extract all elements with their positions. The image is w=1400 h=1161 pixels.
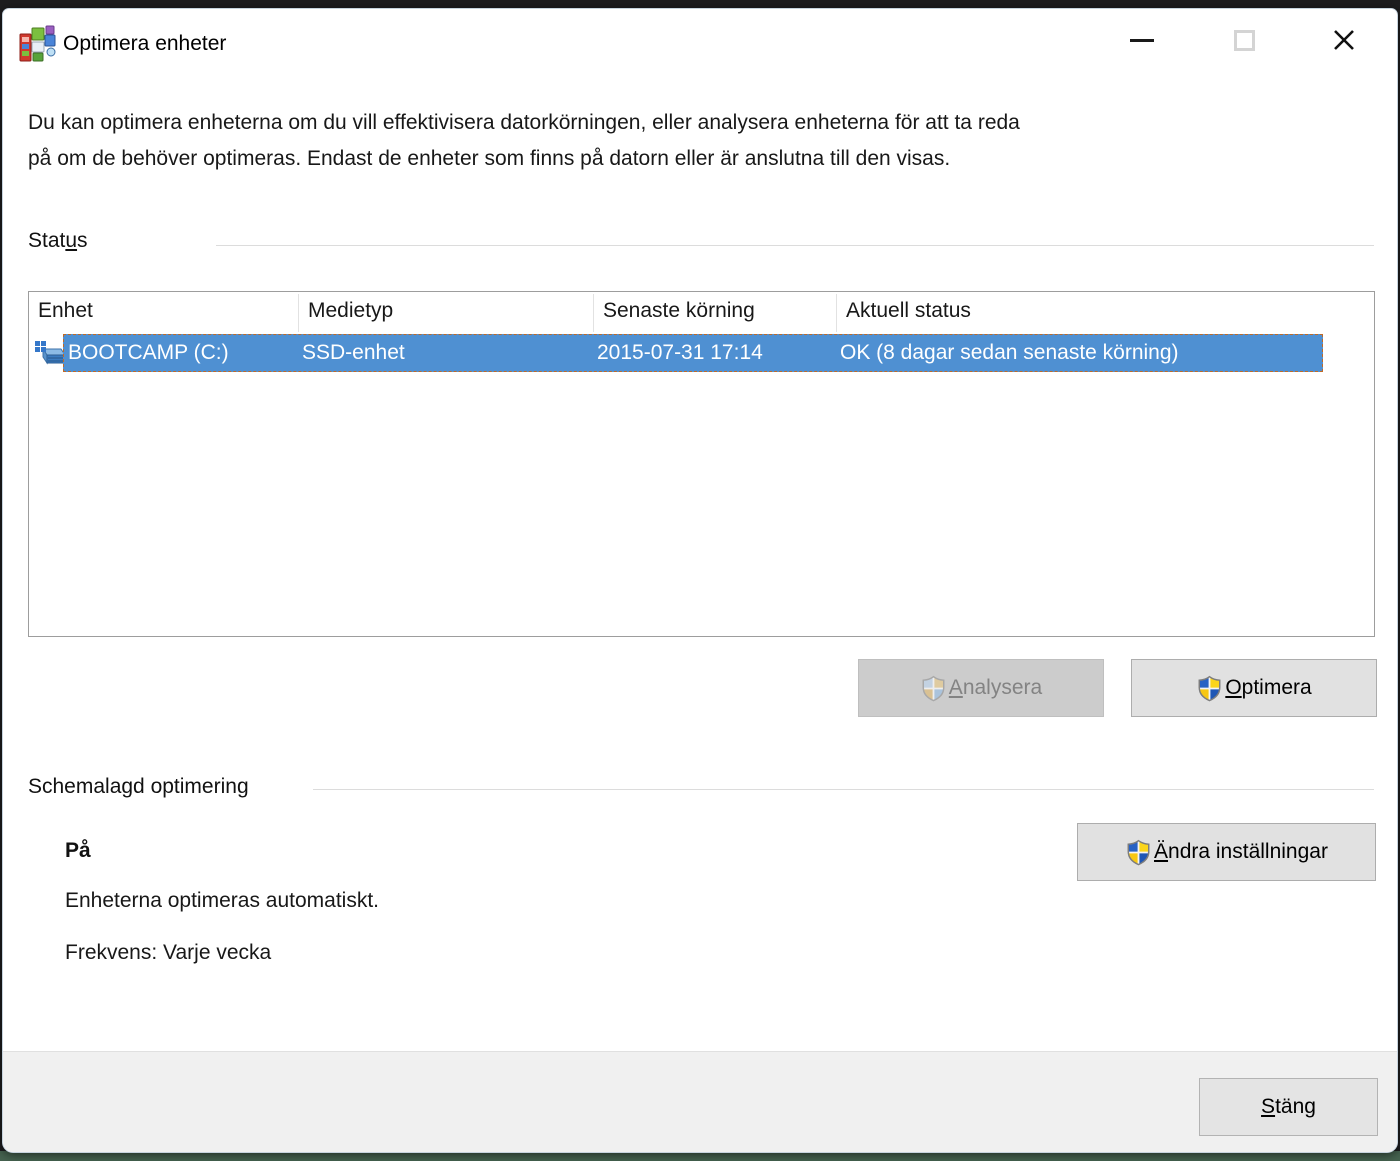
schedule-group-label: Schemalagd optimering	[28, 775, 249, 799]
optimize-drives-dialog: Optimera enheter Du kan optimera enheter…	[2, 8, 1398, 1153]
close-icon	[1331, 27, 1357, 53]
column-header-enhet[interactable]: Enhet	[29, 292, 299, 334]
drive-list-header: Enhet Medietyp Senaste körning Aktuell s…	[29, 292, 1374, 334]
column-header-aktuell-status[interactable]: Aktuell status	[837, 292, 1374, 334]
uac-shield-icon-disabled	[920, 675, 947, 702]
cell-aktuell-status: OK (8 dagar sedan senaste körning)	[840, 341, 1322, 365]
defrag-app-icon	[18, 25, 56, 63]
schedule-group-line	[313, 789, 1374, 790]
schedule-frequency: Frekvens: Varje vecka	[65, 941, 271, 965]
table-row[interactable]: BOOTCAMP (C:) SSD-enhet 2015-07-31 17:14…	[29, 334, 1374, 374]
minimize-button[interactable]	[1111, 15, 1173, 65]
selected-row-highlight[interactable]: BOOTCAMP (C:) SSD-enhet 2015-07-31 17:14…	[63, 334, 1323, 372]
maximize-button[interactable]	[1213, 15, 1275, 65]
description-line1: Du kan optimera enheterna om du vill eff…	[28, 105, 1288, 141]
schedule-state: På	[65, 839, 91, 863]
cell-enhet: BOOTCAMP (C:)	[64, 341, 302, 365]
drive-list[interactable]: Enhet Medietyp Senaste körning Aktuell s…	[28, 291, 1375, 637]
column-header-medietyp[interactable]: Medietyp	[299, 292, 594, 334]
cell-senaste-korning: 2015-07-31 17:14	[597, 341, 840, 365]
column-header-senaste-korning[interactable]: Senaste körning	[594, 292, 837, 334]
schedule-description: Enheterna optimeras automatiskt.	[65, 889, 379, 913]
uac-shield-icon	[1125, 839, 1152, 866]
description-line2: på om de behöver optimeras. Endast de en…	[28, 141, 1288, 177]
title-bar[interactable]: Optimera enheter	[3, 9, 1397, 75]
window-title: Optimera enheter	[63, 29, 226, 59]
hard-drive-icon	[34, 340, 66, 368]
analyze-button[interactable]: Analysera	[858, 659, 1104, 717]
optimize-button[interactable]: Optimera	[1131, 659, 1377, 717]
minimize-icon	[1130, 39, 1154, 42]
change-settings-button-label: Ändra inställningar	[1154, 840, 1328, 864]
status-group-label: Status	[28, 229, 88, 253]
analyze-button-label: Analysera	[949, 676, 1042, 700]
uac-shield-icon	[1196, 675, 1223, 702]
dialog-description: Du kan optimera enheterna om du vill eff…	[28, 105, 1288, 177]
cell-medietyp: SSD-enhet	[302, 341, 597, 365]
maximize-icon	[1234, 30, 1255, 51]
optimize-button-label: Optimera	[1225, 676, 1311, 700]
close-button[interactable]	[1313, 15, 1375, 65]
close-dialog-button[interactable]: Stäng	[1199, 1078, 1378, 1136]
close-dialog-button-label: Stäng	[1261, 1095, 1316, 1119]
status-group-line	[216, 245, 1374, 246]
dialog-footer: Stäng	[3, 1051, 1397, 1152]
change-settings-button[interactable]: Ändra inställningar	[1077, 823, 1376, 881]
